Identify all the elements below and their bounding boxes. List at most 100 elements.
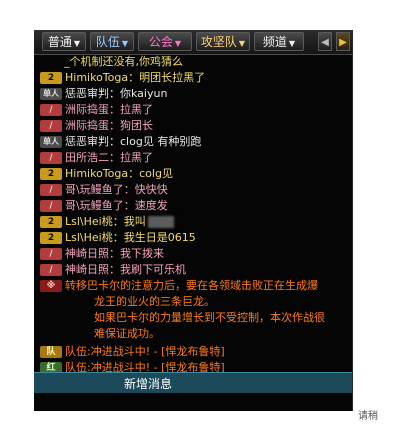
chat-line: _个机制还没有,你鸡猜么 (64, 54, 348, 70)
chat-message-text: 速度发 (134, 199, 168, 212)
channel-badge-icon: 单人 (40, 136, 62, 148)
chat-separator: ： (109, 135, 120, 148)
channel-badge-icon: / (40, 184, 62, 196)
team-battle-line: 队队伍:冲进战斗中! - [悍龙布鲁特] (40, 344, 348, 360)
system-message-line: 难保证成功。 (94, 326, 348, 342)
system-message-text: 难保证成功。 (94, 327, 160, 340)
chat-separator: ： (109, 87, 120, 100)
chevron-down-icon: ▼ (238, 39, 246, 48)
redacted-blur (147, 216, 174, 228)
tab-scroll-right-button[interactable]: ▶ (336, 32, 350, 51)
tab-guild-label: 公会 (148, 35, 173, 49)
chat-line: 2 HimikoToga：colg见 (40, 166, 348, 182)
chat-sender-name[interactable]: 哥\玩鳗鱼了 (65, 183, 124, 196)
chat-separator: ： (128, 167, 140, 180)
channel-badge-icon: 2 (40, 168, 62, 180)
channel-badge-icon: / (40, 104, 62, 116)
arrow-right-icon: ▶ (339, 37, 347, 48)
chat-separator: ： (128, 71, 140, 84)
tab-scroll-left-button[interactable]: ◀ (318, 32, 332, 51)
tab-raid-label: 攻坚队 (200, 35, 237, 49)
chat-line: 单人 惩恶审判：clog见 有种别跑 (40, 134, 348, 150)
chat-tab-bar: 普通 ▼ 队伍 ▼ 公会 ▼ 攻坚队 ▼ 频道 ▼ ◀ ▶ (34, 30, 352, 55)
chat-message-text: 拉黑了 (120, 151, 153, 164)
chevron-down-icon: ▼ (73, 39, 81, 48)
chat-sender-name[interactable]: 神崎日照 (65, 263, 109, 276)
chat-line: / 洲际捣蛋：狗团长 (40, 118, 348, 134)
chat-line: / 田所浩二：拉黑了 (40, 150, 348, 166)
chat-message-text: clog见 有种别跑 (120, 135, 202, 148)
chat-sender-name[interactable]: 哥\玩鳗鱼了 (65, 199, 124, 212)
chat-line: / 哥\玩鳗鱼了：快快快 (40, 182, 348, 198)
chat-message-text: _个机制还没有,你鸡猜么 (64, 55, 183, 68)
chat-sender-name[interactable]: 洲际捣蛋 (65, 103, 109, 116)
background-text: 请稍 (358, 411, 378, 422)
chat-line: / 神崎日照：我刷下可乐机 (40, 262, 348, 278)
chat-separator: ： (123, 199, 135, 212)
team-battle-text: 队伍:冲进战斗中! - [悍龙布鲁特] (65, 345, 225, 358)
channel-badge-icon: / (40, 264, 62, 276)
chat-message-text: 拉黑了 (120, 103, 153, 116)
chat-sender-name[interactable]: 神崎日照 (65, 247, 109, 260)
channel-badge-icon: 2 (40, 232, 62, 244)
chevron-down-icon: ▼ (288, 39, 296, 48)
chat-line: 2 Lsl\Hei桃：我叫 (40, 214, 348, 230)
chat-message-text: 狗团长 (120, 119, 153, 132)
tab-normal-label: 普通 (47, 35, 72, 49)
tab-raid[interactable]: 攻坚队 ▼ (196, 32, 250, 51)
chat-line: / 洲际捣蛋：拉黑了 (40, 102, 348, 118)
chat-separator: ： (109, 263, 120, 276)
tab-normal[interactable]: 普通 ▼ (42, 32, 86, 51)
chat-message-text: colg见 (139, 167, 173, 180)
chat-message-text: 你kaiyun (120, 87, 168, 100)
chat-separator: ： (112, 215, 124, 228)
chat-separator: ： (123, 183, 135, 196)
channel-badge-icon: / (40, 120, 62, 132)
chat-sender-name[interactable]: 惩恶审判 (65, 87, 109, 100)
chat-line: 单人 惩恶审判：你kaiyun (40, 86, 348, 102)
channel-badge-icon: / (40, 152, 62, 164)
channel-badge-icon: 2 (40, 72, 62, 84)
chat-line: / 神崎日照：我下拨来 (40, 246, 348, 262)
new-message-bar[interactable]: 新增消息 (34, 372, 352, 393)
system-alert-icon: ※ (40, 280, 62, 292)
chat-message-text: 明团长拉黑了 (139, 71, 206, 84)
tab-channel-label: 频道 (262, 35, 287, 49)
system-message-line: 如果巴卡尔的力量增长到不受控制，本次作战很 (94, 310, 348, 326)
chat-sender-name[interactable]: Lsl\Hei桃 (65, 215, 113, 228)
chat-sender-name[interactable]: 洲际捣蛋 (65, 119, 109, 132)
chat-separator: ： (109, 151, 120, 164)
chevron-down-icon: ▼ (174, 39, 182, 48)
chat-message-text: 我刷下可乐机 (120, 263, 186, 276)
system-message-text: 如果巴卡尔的力量增长到不受控制，本次作战很 (94, 311, 325, 324)
chat-message-text: 我下拨来 (120, 247, 164, 260)
chat-message-text: 我叫 (123, 215, 146, 228)
tab-channel[interactable]: 频道 ▼ (254, 32, 304, 51)
chat-window: 普通 ▼ 队伍 ▼ 公会 ▼ 攻坚队 ▼ 频道 ▼ ◀ ▶ _个机制还没有,你鸡猜么 2 Hi… (34, 30, 353, 411)
chat-line: 2 Lsl\Hei桃：我生日是0615 (40, 230, 348, 246)
system-message-line: 龙王的业火的三条巨龙。 (94, 294, 348, 310)
chevron-down-icon: ▼ (121, 39, 129, 48)
tab-team[interactable]: 队伍 ▼ (90, 32, 134, 51)
chat-sender-name[interactable]: HimikoToga (65, 71, 128, 84)
chat-separator: ： (109, 119, 120, 132)
chat-sender-name[interactable]: Lsl\Hei桃 (65, 231, 113, 244)
chat-sender-name[interactable]: 田所浩二 (65, 151, 109, 164)
chat-message-text: 快快快 (134, 183, 168, 196)
chat-separator: ： (109, 103, 120, 116)
chat-message-text: 我生日是0615 (123, 231, 196, 244)
chat-line: 2 HimikoToga：明团长拉黑了 (40, 70, 348, 86)
chat-sender-name[interactable]: HimikoToga (65, 167, 128, 180)
system-message-text: 转移巴卡尔的注意力后，要在各领域击败正在生成爆 (65, 279, 318, 292)
chat-separator: ： (112, 231, 124, 244)
tab-guild[interactable]: 公会 ▼ (138, 32, 192, 51)
chat-separator: ： (109, 247, 120, 260)
arrow-left-icon: ◀ (321, 37, 329, 48)
channel-badge-icon: / (40, 248, 62, 260)
system-message-text: 龙王的业火的三条巨龙。 (94, 295, 215, 308)
system-message-line: ※ 转移巴卡尔的注意力后，要在各领域击败正在生成爆 (40, 278, 348, 294)
channel-badge-icon: / (40, 200, 62, 212)
tab-team-label: 队伍 (95, 35, 120, 49)
team-badge-icon: 队 (40, 346, 62, 358)
chat-sender-name[interactable]: 惩恶审判 (65, 135, 109, 148)
